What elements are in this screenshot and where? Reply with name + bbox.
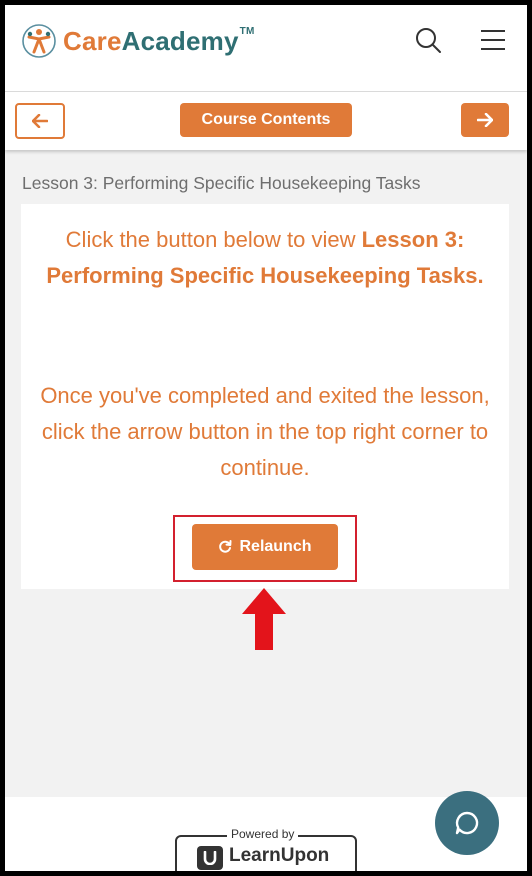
arrow-right-icon	[477, 113, 493, 127]
continue-instruction: Once you've completed and exited the les…	[40, 383, 490, 480]
logo-care-text: Care	[63, 25, 122, 56]
chat-button[interactable]	[435, 791, 499, 855]
learnupon-logo-icon	[197, 846, 223, 870]
search-icon[interactable]	[413, 25, 443, 55]
logo-text: CareAcademyTM	[63, 26, 255, 57]
learnupon-brand: LearnUpon	[229, 845, 330, 866]
logo-academy-text: Academy	[121, 25, 239, 56]
next-button[interactable]	[461, 103, 509, 137]
menu-icon[interactable]	[479, 27, 507, 53]
app-frame: CareAcademyTM Course Contents Lesson 3: …	[5, 5, 527, 871]
arrow-left-icon	[32, 114, 48, 128]
lesson-card: Click the button below to view Lesson 3:…	[21, 204, 509, 589]
previous-button[interactable]	[15, 103, 65, 139]
lesson-instruction: Click the button below to view Lesson 3:…	[33, 222, 497, 294]
instruction-prefix: Click the button below to view	[65, 227, 362, 252]
course-contents-button[interactable]: Course Contents	[180, 103, 352, 137]
chat-icon	[455, 811, 479, 835]
powered-by-label: Powered by	[227, 827, 299, 841]
powered-by-badge[interactable]: Powered by LearnUpon	[175, 827, 357, 871]
care-academy-logo-icon	[22, 24, 56, 58]
refresh-icon	[218, 540, 232, 554]
logo-trademark: TM	[239, 25, 255, 37]
red-arrow-annotation-icon	[242, 588, 286, 650]
relaunch-button[interactable]: Relaunch	[192, 524, 338, 570]
site-header: CareAcademyTM	[5, 5, 527, 92]
lesson-navbar: Course Contents	[5, 92, 527, 150]
lesson-title: Lesson 3: Performing Specific Housekeepi…	[22, 173, 421, 193]
care-academy-logo[interactable]: CareAcademyTM	[21, 21, 255, 61]
relaunch-label: Relaunch	[239, 538, 312, 555]
